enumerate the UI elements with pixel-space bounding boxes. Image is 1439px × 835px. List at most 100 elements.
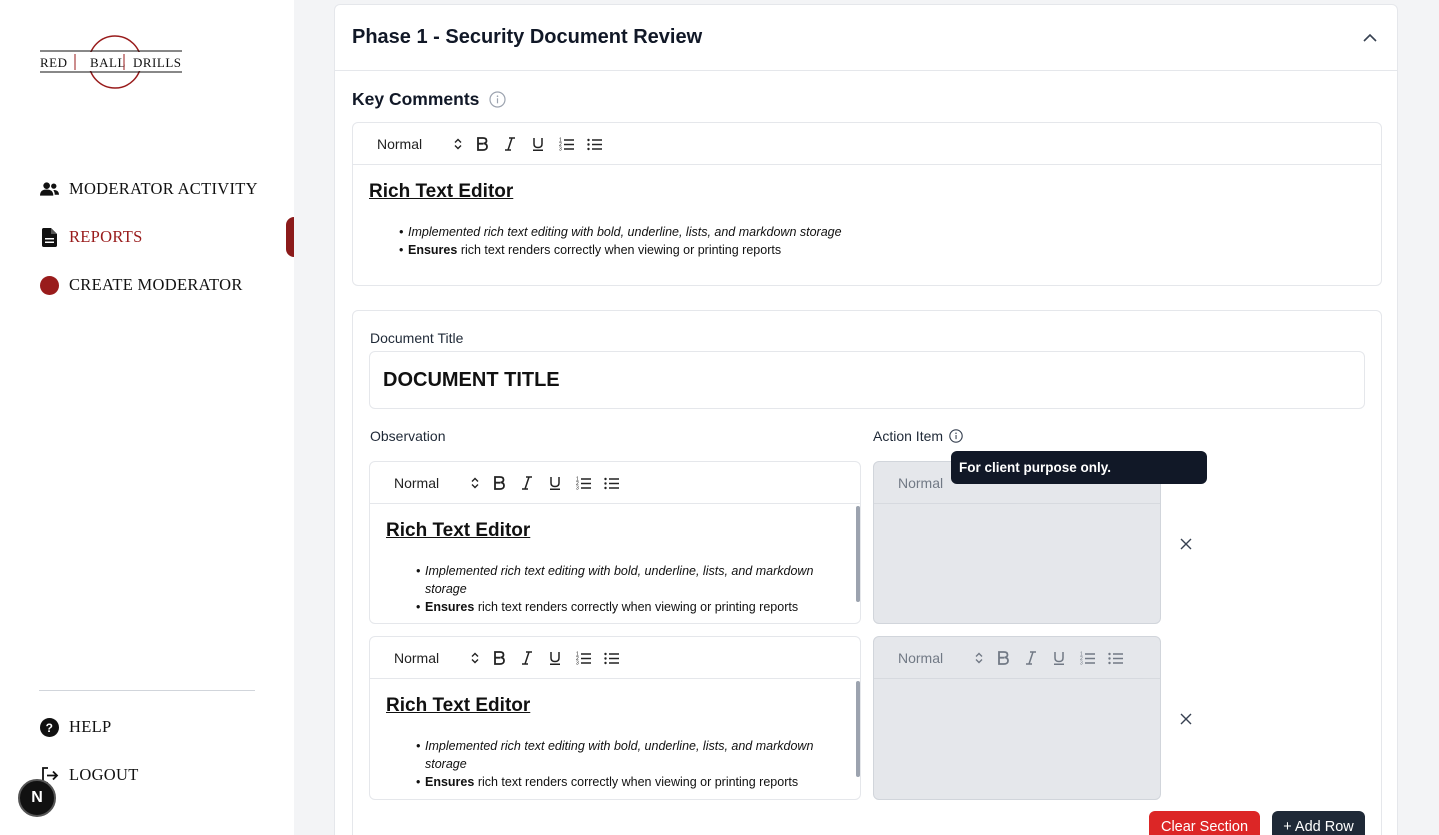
- remove-row-icon[interactable]: [1179, 537, 1193, 551]
- italic-icon: [505, 136, 515, 151]
- add-row-label: + Add Row: [1283, 819, 1354, 835]
- format-select-value: Normal: [394, 649, 440, 666]
- ordered-list-icon: 123: [559, 137, 574, 151]
- svg-text:3: 3: [576, 660, 579, 665]
- sidebar-item-create-moderator[interactable]: CREATE MODERATOR: [40, 272, 243, 298]
- sidebar-item-label: LOGOUT: [69, 765, 139, 784]
- document-title-value: DOCUMENT TITLE: [383, 368, 560, 391]
- bold-button: [989, 647, 1017, 669]
- underline-button: [1045, 647, 1073, 669]
- format-select: Normal: [898, 650, 983, 666]
- clear-section-label: Clear Section: [1160, 819, 1249, 835]
- add-row-button[interactable]: + Add Row: [1272, 811, 1365, 835]
- action-item-heading: Action Item: [873, 428, 963, 444]
- chevron-up-icon[interactable]: [1361, 29, 1379, 47]
- help-icon: ?: [40, 717, 59, 737]
- ordered-list-icon: 123: [576, 476, 591, 490]
- scrollbar[interactable]: [856, 681, 860, 777]
- italic-button[interactable]: [496, 133, 524, 155]
- italic-icon: [522, 650, 532, 665]
- bullet-list-icon: [603, 477, 619, 489]
- editor-heading: Rich Text Editor: [369, 181, 514, 202]
- section-header[interactable]: Phase 1 - Security Document Review: [335, 5, 1397, 71]
- sidebar-item-logout[interactable]: LOGOUT: [40, 762, 139, 788]
- ordered-list-icon: 123: [1080, 651, 1095, 665]
- sidebar-item-reports[interactable]: REPORTS: [40, 224, 143, 250]
- bold-icon: [477, 136, 488, 151]
- scrollbar[interactable]: [856, 506, 860, 602]
- svg-text:3: 3: [1080, 660, 1083, 665]
- select-arrows-icon: [454, 138, 462, 149]
- italic-button[interactable]: [513, 472, 541, 494]
- sidebar-item-moderator-activity[interactable]: MODERATOR ACTIVITY: [40, 176, 258, 202]
- svg-text:3: 3: [559, 146, 562, 151]
- editor-bullet-list: Implemented rich text editing with bold,…: [386, 562, 844, 616]
- sidebar: RED BALL DRILLS MODERATOR ACTIVITY REPOR…: [0, 0, 294, 835]
- italic-button[interactable]: [513, 647, 541, 669]
- bullet-list-icon: [586, 138, 602, 150]
- bold-text: Ensures: [425, 600, 475, 614]
- underline-button[interactable]: [541, 472, 569, 494]
- action-item-label: Action Item: [873, 428, 944, 444]
- format-select[interactable]: Normal: [394, 475, 479, 491]
- list-item: Ensures rich text renders correctly when…: [416, 598, 834, 616]
- svg-text:3: 3: [576, 485, 579, 490]
- editor-content[interactable]: Rich Text Editor Implemented rich text e…: [353, 165, 1381, 259]
- editor-bullet-list: Implemented rich text editing with bold,…: [369, 223, 1365, 259]
- bold-icon: [998, 650, 1009, 665]
- action-item-editor: Normal 123: [873, 636, 1161, 800]
- italic-icon: [522, 475, 532, 490]
- editor-content[interactable]: Rich Text Editor Implemented rich text e…: [370, 504, 860, 623]
- action-item-editor: Normal: [873, 461, 1161, 624]
- editor-toolbar: Normal 123: [370, 637, 860, 679]
- select-arrows-icon: [471, 652, 479, 663]
- bold-button[interactable]: [485, 647, 513, 669]
- format-select[interactable]: Normal: [394, 650, 479, 666]
- document-title-label: Document Title: [370, 330, 464, 346]
- bullet-list-icon: [1107, 652, 1123, 664]
- brand-logo[interactable]: RED BALL DRILLS: [38, 34, 184, 92]
- active-indicator: [286, 217, 294, 257]
- select-arrows-icon: [975, 652, 983, 663]
- observation-editor[interactable]: Normal 123 Rich Text Editor Implemented …: [369, 636, 861, 800]
- ordered-list-icon: 123: [576, 651, 591, 665]
- list-item: Implemented rich text editing with bold,…: [416, 737, 834, 773]
- bold-button[interactable]: [468, 133, 496, 155]
- remove-row-icon[interactable]: [1179, 712, 1193, 726]
- italic-button: [1017, 647, 1045, 669]
- sidebar-item-help[interactable]: ? HELP: [40, 714, 111, 740]
- list-item: Ensures rich text renders correctly when…: [416, 773, 834, 791]
- underline-button[interactable]: [541, 647, 569, 669]
- bullet-list-icon: [603, 652, 619, 664]
- editor-toolbar: Normal 123: [353, 123, 1381, 165]
- ordered-list-button[interactable]: 123: [569, 647, 597, 669]
- underline-icon: [1054, 651, 1064, 665]
- key-comments-editor[interactable]: Normal 123 Rich Text Editor Implemented …: [352, 122, 1382, 286]
- bullet-list-button[interactable]: [580, 133, 608, 155]
- red-circle-icon: [40, 275, 59, 295]
- ordered-list-button: 123: [1073, 647, 1101, 669]
- ordered-list-button[interactable]: 123: [569, 472, 597, 494]
- section-title: Phase 1 - Security Document Review: [352, 26, 703, 48]
- bullet-list-button[interactable]: [597, 472, 625, 494]
- ordered-list-button[interactable]: 123: [552, 133, 580, 155]
- sidebar-item-label: REPORTS: [69, 227, 143, 246]
- document-title-input[interactable]: DOCUMENT TITLE: [369, 351, 1365, 409]
- bullet-list-button[interactable]: [597, 647, 625, 669]
- observation-editor[interactable]: Normal 123 Rich Text Editor Implemented …: [369, 461, 861, 624]
- logo-text-red: RED: [40, 55, 68, 70]
- svg-text:?: ?: [46, 721, 54, 735]
- underline-button[interactable]: [524, 133, 552, 155]
- format-select[interactable]: Normal: [377, 136, 462, 152]
- clear-section-button[interactable]: Clear Section: [1149, 811, 1260, 835]
- key-comments-heading: Key Comments: [352, 89, 507, 110]
- info-icon[interactable]: [489, 91, 507, 108]
- editor-content[interactable]: Rich Text Editor Implemented rich text e…: [370, 679, 860, 799]
- list-item: Implemented rich text editing with bold,…: [399, 223, 1365, 241]
- key-comments-label: Key Comments: [352, 89, 480, 109]
- users-icon: [40, 180, 59, 199]
- sidebar-item-label: CREATE MODERATOR: [69, 275, 243, 294]
- bold-button[interactable]: [485, 472, 513, 494]
- n-badge-button[interactable]: N: [18, 779, 56, 817]
- info-icon[interactable]: [949, 429, 963, 443]
